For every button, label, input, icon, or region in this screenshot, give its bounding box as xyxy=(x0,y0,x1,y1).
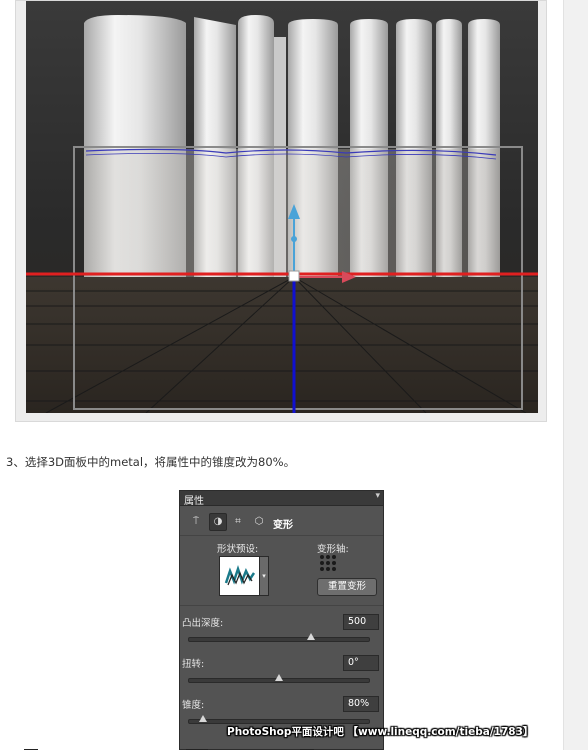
shape-preset-thumbnail[interactable] xyxy=(219,556,261,596)
properties-panel: 属性 ▾ ⍑ ◑ ⌗ ⬡ 变形 形状预设: 变形轴: ▾ 重置变形 凸出深度: … xyxy=(179,490,384,750)
screenshot-frame xyxy=(15,0,547,422)
shape-preset-label: 形状预设: xyxy=(217,544,259,555)
panel-titlebar: 属性 ▾ xyxy=(180,491,383,507)
cap-icon[interactable]: ⌗ xyxy=(230,515,246,529)
3d-viewport[interactable] xyxy=(26,1,538,413)
divider xyxy=(180,605,383,606)
deform-axis-selector[interactable] xyxy=(320,555,336,571)
deform-axis-label: 变形轴: xyxy=(317,544,349,555)
extrusion-depth-input[interactable]: 500 xyxy=(343,614,379,630)
gizmo-y-rotate-handle xyxy=(291,236,297,242)
3d-scene xyxy=(26,1,538,413)
twist-slider[interactable] xyxy=(188,674,370,683)
extrusion-depth-slider[interactable] xyxy=(188,633,370,642)
cut-off-heading-glyphs xyxy=(24,749,314,750)
reset-deform-button[interactable]: 重置变形 xyxy=(317,578,377,596)
tab-deform-label: 变形 xyxy=(273,520,293,531)
step-caption: 3、选择3D面板中的metal，将属性中的锥度改为80%。 xyxy=(6,455,296,469)
taper-label: 锥度: xyxy=(182,700,205,711)
panel-menu-icon[interactable]: ▾ xyxy=(375,491,380,501)
mesh-icon[interactable]: ⍑ xyxy=(188,515,204,529)
coordinates-icon[interactable]: ⬡ xyxy=(251,515,267,529)
twist-input[interactable]: 0° xyxy=(343,655,379,671)
extrusion-depth-label: 凸出深度: xyxy=(182,618,224,629)
next-heading-partial xyxy=(0,740,560,750)
twist-label: 扭转: xyxy=(182,659,205,670)
divider xyxy=(180,535,383,536)
gizmo-center-handle xyxy=(288,270,300,282)
preset-dropdown-arrow-icon[interactable]: ▾ xyxy=(259,556,269,596)
taper-slider-thumb[interactable] xyxy=(199,715,208,722)
page-scrollbar[interactable] xyxy=(563,0,588,750)
preset-preview-icon xyxy=(224,565,256,586)
watermark: PhotoShop平面设计吧 【www.lineqq.com/tieba/178… xyxy=(227,726,534,738)
deform-icon[interactable]: ◑ xyxy=(209,513,227,531)
extrusion-depth-slider-thumb[interactable] xyxy=(307,633,316,640)
panel-title: 属性 xyxy=(184,496,204,507)
taper-input[interactable]: 80% xyxy=(343,696,379,712)
twist-slider-thumb[interactable] xyxy=(275,674,283,681)
